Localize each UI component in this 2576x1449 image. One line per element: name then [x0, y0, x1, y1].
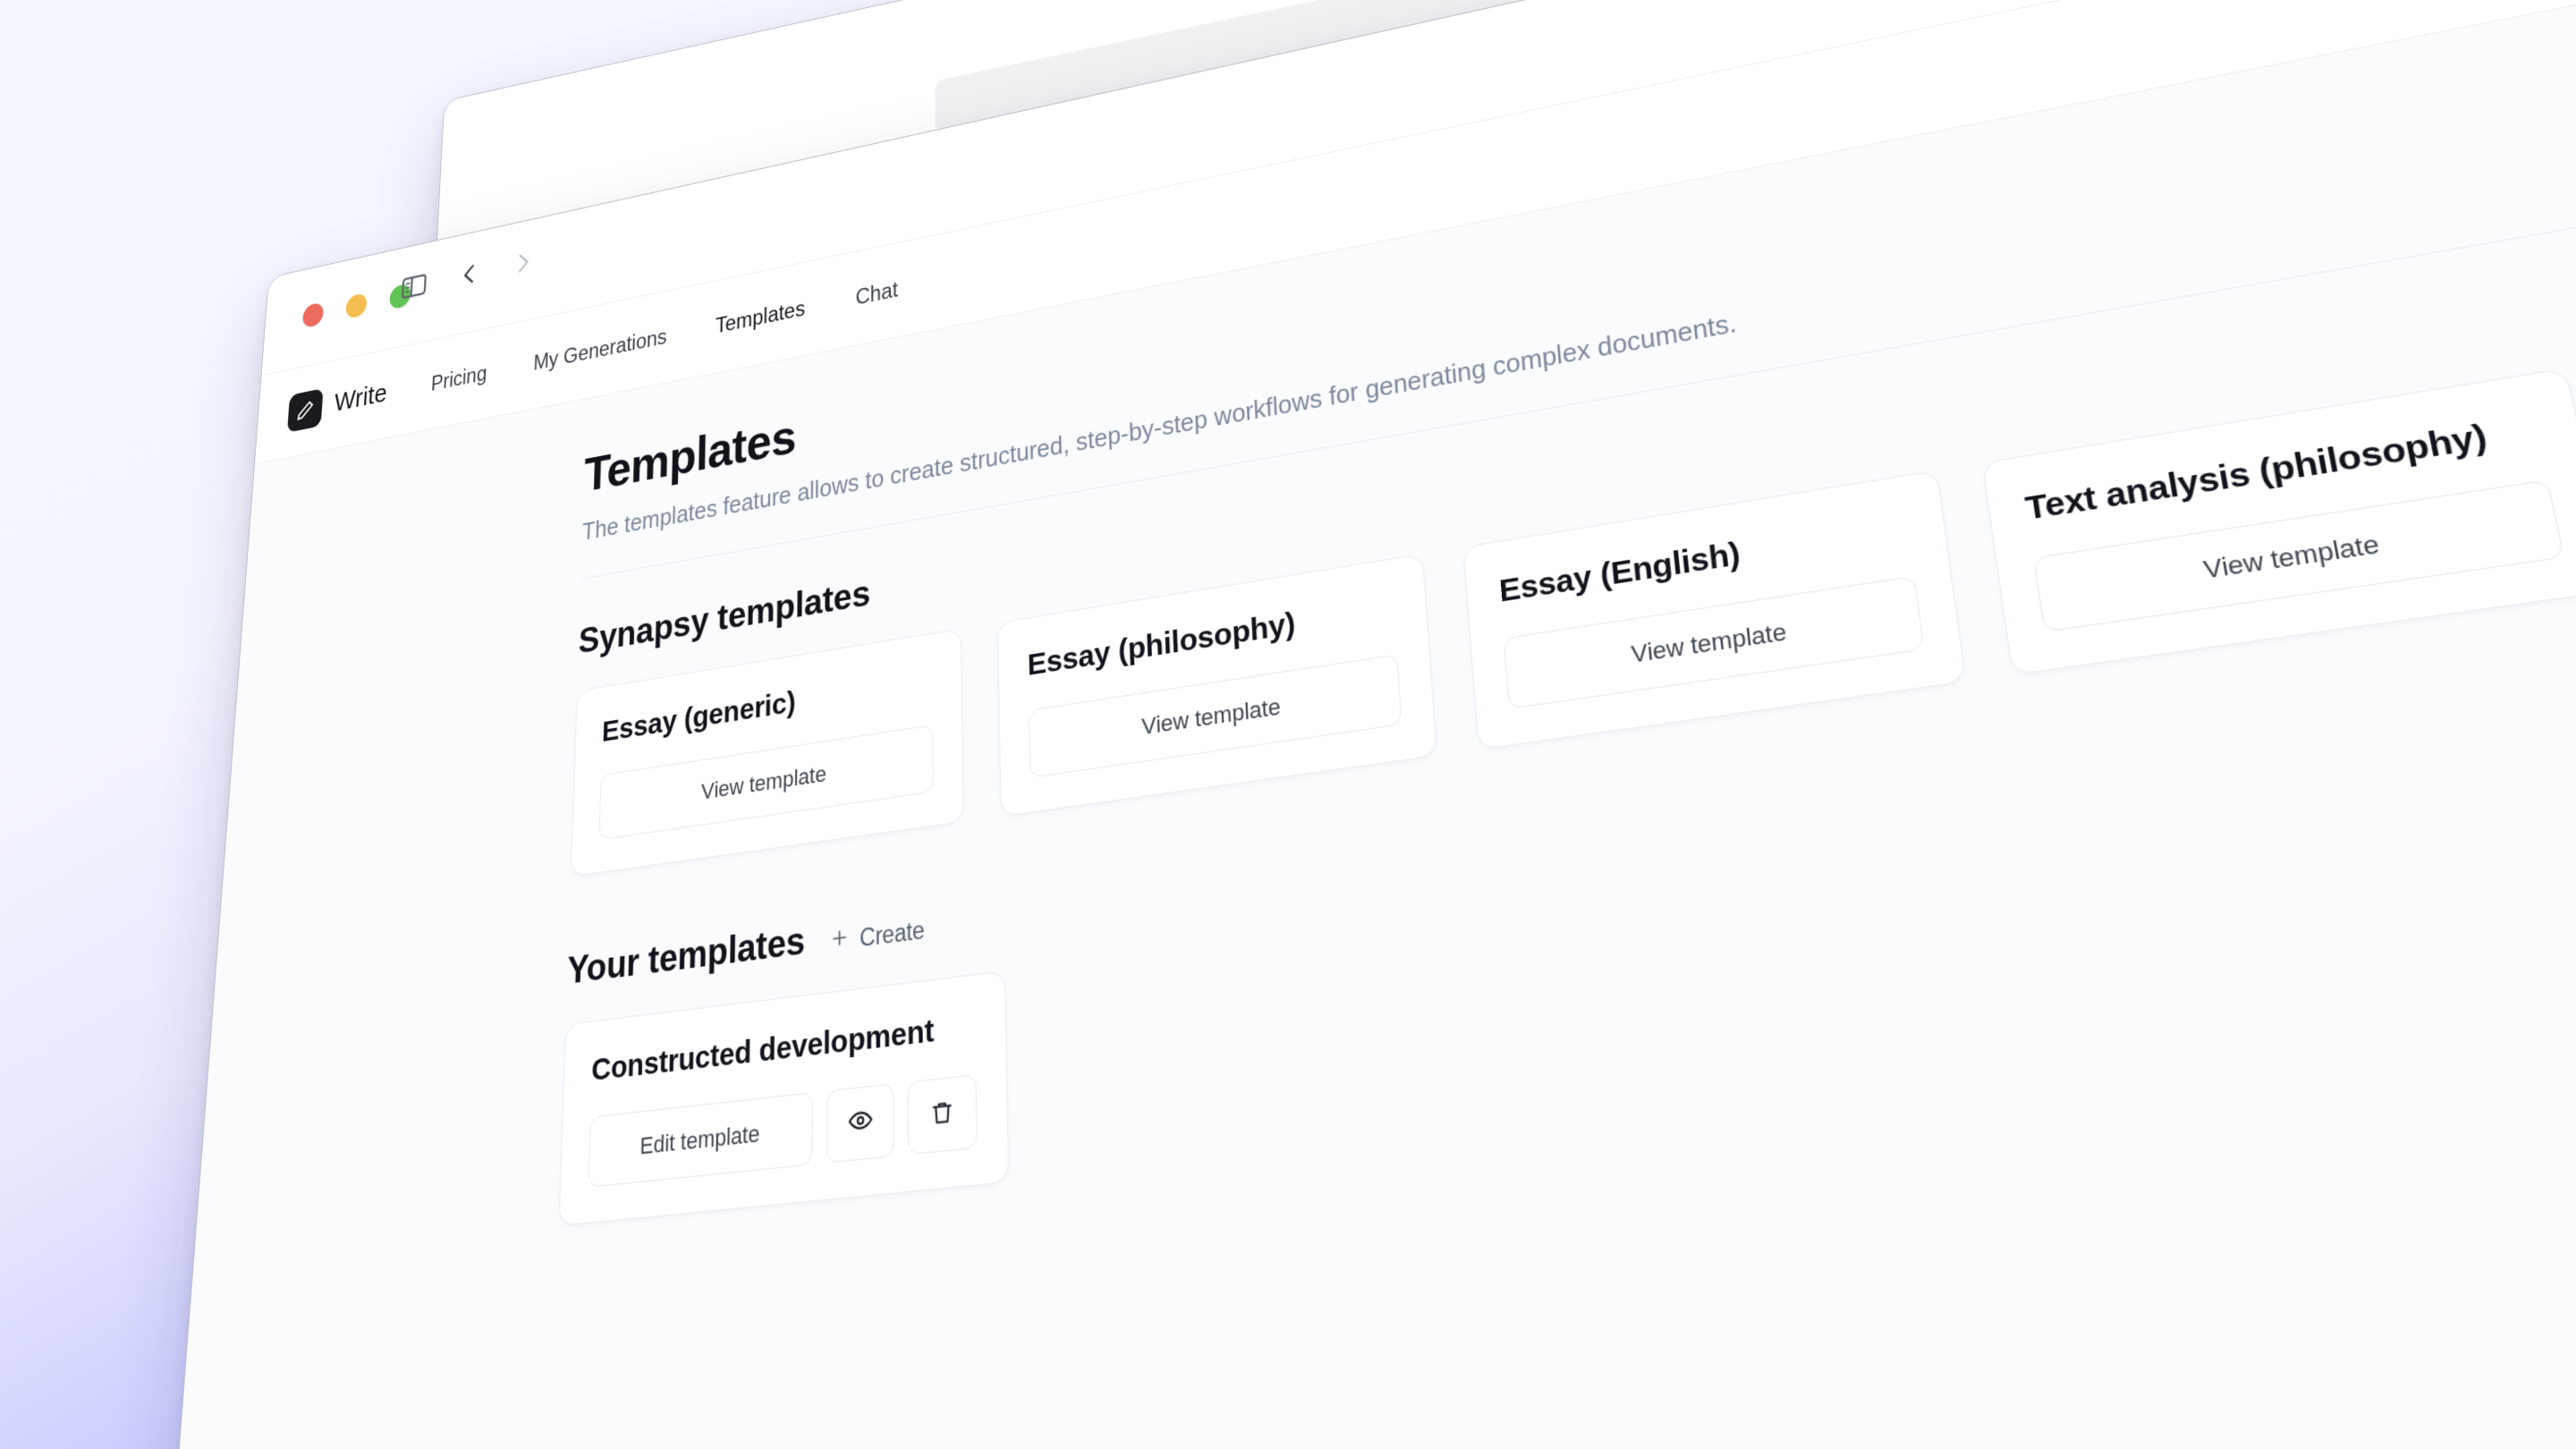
delete-template-button[interactable] [908, 1074, 978, 1156]
nav-item-chat[interactable]: Chat [855, 277, 898, 310]
brand-name: Write [334, 379, 388, 419]
template-card-constructed-development[interactable]: Constructed development Edit template [558, 970, 1009, 1226]
sidebar-toggle-icon[interactable] [398, 267, 429, 310]
pen-icon [287, 388, 324, 433]
chevron-right-icon[interactable] [510, 247, 537, 284]
close-window-button[interactable] [302, 301, 325, 328]
template-card-actions: Edit template [588, 1074, 977, 1188]
create-template-label: Create [860, 916, 925, 953]
trash-icon [929, 1096, 955, 1133]
brand[interactable]: Write [287, 375, 388, 433]
synapsy-section-label: Synapsy templates [578, 572, 870, 662]
screenshot-stage: Create [0, 0, 2576, 1449]
eye-icon [847, 1105, 873, 1143]
traffic-lights [302, 283, 411, 328]
nav-item-templates[interactable]: Templates [716, 296, 805, 338]
edit-template-button[interactable]: Edit template [588, 1092, 813, 1188]
template-card-essay-philosophy[interactable]: Essay (philosophy) View template [997, 554, 1438, 818]
browser-navigation-controls [398, 244, 537, 310]
your-templates-section-label: Your templates [566, 919, 805, 993]
plus-icon [829, 926, 849, 957]
template-card-title: Constructed development [591, 1008, 976, 1089]
create-template-button[interactable]: Create [829, 916, 924, 957]
minimize-window-button[interactable] [345, 292, 368, 319]
template-card-essay-generic[interactable]: Essay (generic) View template [571, 628, 964, 877]
nav-item-pricing[interactable]: Pricing [430, 361, 487, 396]
preview-template-button[interactable] [826, 1083, 894, 1164]
template-card-essay-english[interactable]: Essay (English) View template [1462, 470, 1966, 750]
chevron-left-icon[interactable] [456, 258, 483, 295]
nav-item-my-generations[interactable]: My Generations [533, 325, 667, 376]
